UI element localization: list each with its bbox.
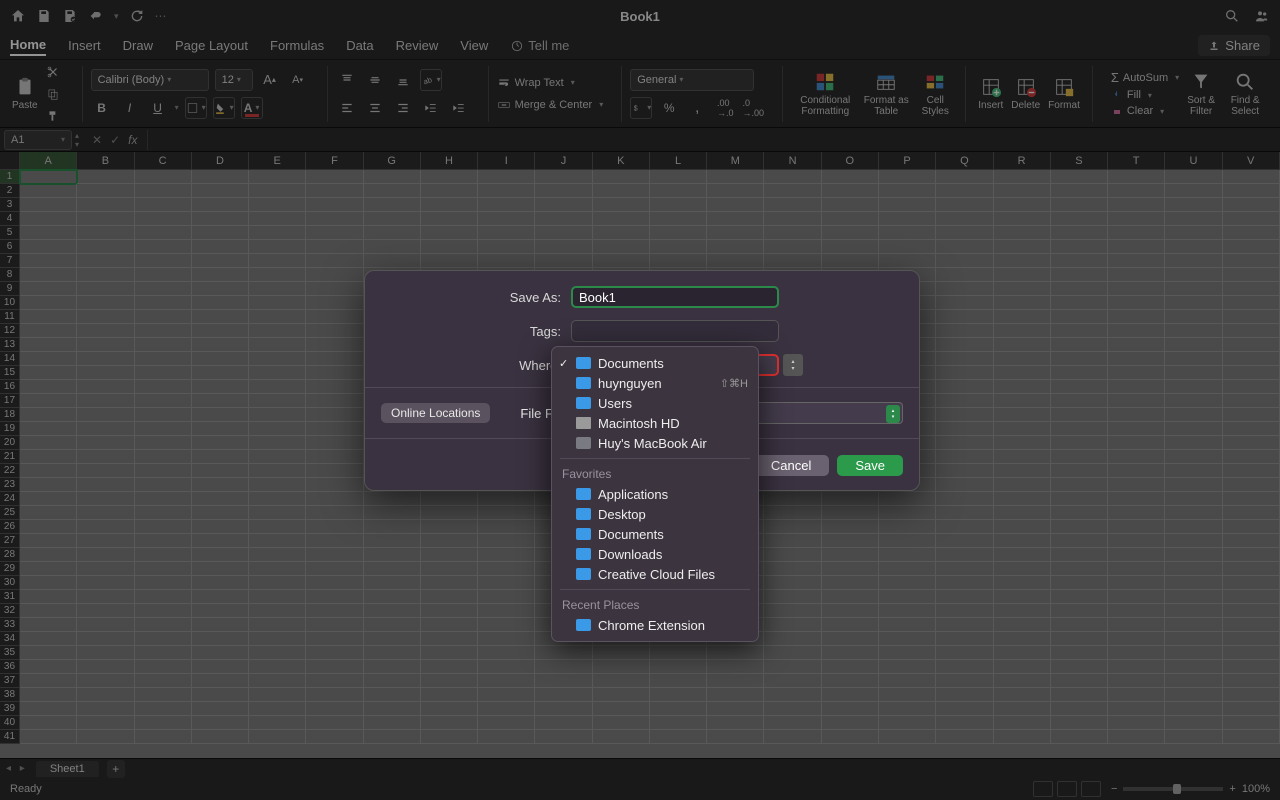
- save-as-input[interactable]: [571, 286, 779, 308]
- location-item[interactable]: Documents: [552, 524, 758, 544]
- disk-icon: [576, 417, 591, 429]
- cancel-button[interactable]: Cancel: [753, 455, 829, 476]
- location-item[interactable]: huynguyen⇧⌘H: [552, 373, 758, 393]
- location-item[interactable]: Users: [552, 393, 758, 413]
- folder-icon: [576, 488, 591, 500]
- folder-icon: [576, 619, 591, 631]
- save-button[interactable]: Save: [837, 455, 903, 476]
- folder-icon: [576, 548, 591, 560]
- where-label: Where:: [381, 358, 571, 373]
- favorites-header: Favorites: [552, 464, 758, 484]
- where-dropdown-menu: ✓Documentshuynguyen⇧⌘HUsersMacintosh HDH…: [551, 346, 759, 642]
- location-item[interactable]: Chrome Extension: [552, 615, 758, 635]
- folder-icon: [576, 508, 591, 520]
- location-item[interactable]: Creative Cloud Files: [552, 564, 758, 584]
- laptop-icon: [576, 437, 591, 449]
- location-item[interactable]: Applications: [552, 484, 758, 504]
- folder-icon: [576, 397, 591, 409]
- save-as-label: Save As:: [381, 290, 571, 305]
- tags-input[interactable]: [571, 320, 779, 342]
- location-item[interactable]: Huy's MacBook Air: [552, 433, 758, 453]
- folder-icon: [576, 568, 591, 580]
- location-item[interactable]: Downloads: [552, 544, 758, 564]
- folder-icon: [576, 357, 591, 369]
- location-item[interactable]: Macintosh HD: [552, 413, 758, 433]
- expand-locations-button[interactable]: ▴▾: [783, 354, 803, 376]
- location-item[interactable]: Desktop: [552, 504, 758, 524]
- online-locations-button[interactable]: Online Locations: [381, 403, 490, 423]
- home-icon: [576, 377, 591, 389]
- location-item[interactable]: ✓Documents: [552, 353, 758, 373]
- recent-header: Recent Places: [552, 595, 758, 615]
- tags-label: Tags:: [381, 324, 571, 339]
- folder-icon: [576, 528, 591, 540]
